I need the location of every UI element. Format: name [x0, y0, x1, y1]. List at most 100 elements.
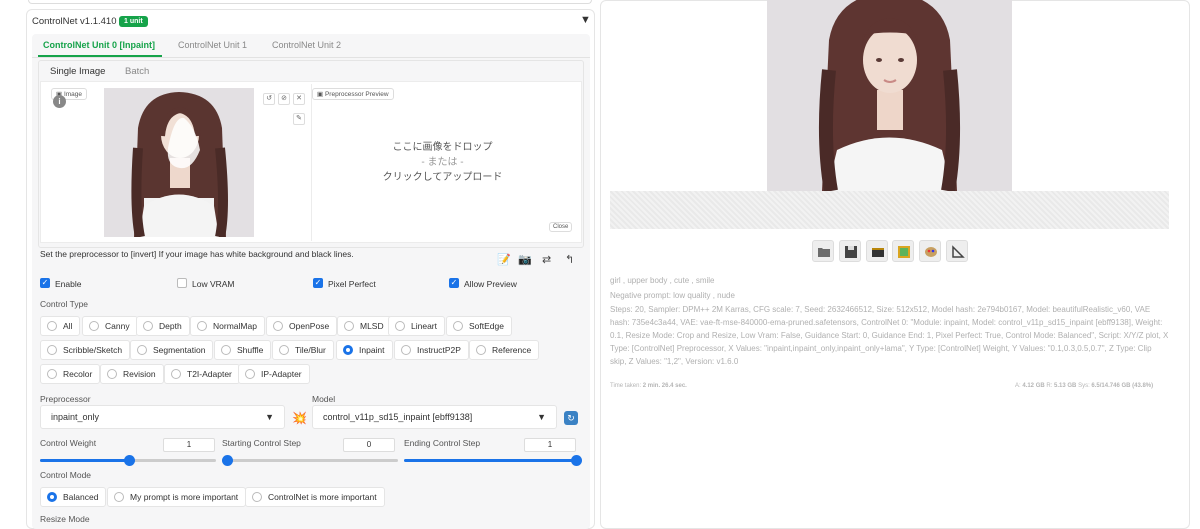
- radio-scribble[interactable]: Scribble/Sketch: [40, 340, 131, 360]
- radio-lineart[interactable]: Lineart: [388, 316, 445, 336]
- tab-unit-2[interactable]: ControlNet Unit 2: [268, 40, 345, 50]
- radio-softedge[interactable]: SoftEdge: [446, 316, 512, 336]
- radio-depth-label: Depth: [159, 321, 182, 331]
- tab-unit-0[interactable]: ControlNet Unit 0 [Inpaint]: [39, 40, 159, 50]
- output-prompt: girl , upper body , cute , smile: [610, 276, 715, 285]
- allow-preview-checkbox[interactable]: ✓: [449, 278, 459, 288]
- ruler-icon[interactable]: [946, 240, 968, 262]
- preprocessor-preview-label: ▣ Preprocessor Preview: [312, 88, 394, 100]
- radio-dot: [344, 321, 354, 331]
- run-preprocessor-icon[interactable]: 💥: [292, 411, 307, 425]
- info-icon[interactable]: i: [53, 95, 66, 108]
- radio-dot: [47, 345, 57, 355]
- swap-icon[interactable]: ⇄: [542, 253, 551, 266]
- chevron-down-icon: ▼: [537, 412, 546, 422]
- radio-dot: [401, 345, 411, 355]
- camera-icon[interactable]: 📷: [518, 253, 532, 266]
- radio-dot: [107, 369, 117, 379]
- allow-preview-label: Allow Preview: [464, 279, 517, 289]
- starting-step-track[interactable]: [222, 459, 398, 462]
- radio-inpaint[interactable]: Inpaint: [336, 340, 393, 360]
- radio-shuffle[interactable]: Shuffle: [214, 340, 272, 360]
- starting-step-slider-handle[interactable]: [222, 455, 233, 466]
- palette-icon[interactable]: [919, 240, 941, 262]
- enable-checkbox[interactable]: ✓: [40, 278, 50, 288]
- radio-t2i-adapter[interactable]: T2I-Adapter: [164, 364, 240, 384]
- controlnet-title[interactable]: ControlNet v1.1.410: [32, 16, 117, 27]
- preprocessor-select[interactable]: inpaint_only ▼: [40, 405, 285, 429]
- close-button[interactable]: Close: [549, 222, 573, 232]
- hint-text: Set the preprocessor to [invert] If your…: [40, 249, 354, 259]
- refresh-icon[interactable]: ↻: [564, 411, 578, 425]
- radio-dot: [273, 321, 283, 331]
- radio-depth[interactable]: Depth: [136, 316, 190, 336]
- triangle-down-icon[interactable]: ▼: [580, 14, 591, 26]
- drop-zone[interactable]: ここに画像をドロップ - または - クリックしてアップロード: [320, 140, 565, 185]
- image-icon[interactable]: [892, 240, 914, 262]
- edit-icon[interactable]: 📝: [497, 253, 511, 266]
- radio-normalmap[interactable]: NormalMap: [190, 316, 265, 336]
- radio-normalmap-label: NormalMap: [213, 321, 257, 331]
- radio-recolor[interactable]: Recolor: [40, 364, 101, 384]
- radio-dot: [114, 492, 124, 502]
- undo-icon[interactable]: ↺: [263, 93, 275, 105]
- enable-label: Enable: [55, 279, 82, 289]
- radio-ip-adapter[interactable]: IP-Adapter: [238, 364, 310, 384]
- model-select[interactable]: control_v11p_sd15_inpaint [ebff9138] ▼: [312, 405, 557, 429]
- ending-step-input[interactable]: 1: [524, 438, 576, 452]
- radio-controlnet-important[interactable]: ControlNet is more important: [245, 487, 385, 507]
- radio-segmentation[interactable]: Segmentation: [130, 340, 214, 360]
- folder-icon[interactable]: [812, 240, 834, 262]
- tab-unit-1[interactable]: ControlNet Unit 1: [174, 40, 251, 50]
- radio-mlsd[interactable]: MLSD: [337, 316, 392, 336]
- radio-prompt-important[interactable]: My prompt is more important: [107, 487, 247, 507]
- radio-mlsd-label: MLSD: [360, 321, 384, 331]
- low-vram-checkbox[interactable]: [177, 278, 187, 288]
- preprocessor-label: Preprocessor: [40, 394, 91, 404]
- tab-batch[interactable]: Batch: [122, 66, 152, 77]
- radio-ip-adapter-label: IP-Adapter: [261, 369, 302, 379]
- radio-canny[interactable]: Canny: [82, 316, 138, 336]
- zip-icon[interactable]: [866, 240, 888, 262]
- preprocessor-value: inpaint_only: [51, 412, 100, 422]
- radio-canny-label: Canny: [105, 321, 130, 331]
- radio-dot: [89, 321, 99, 331]
- save-icon[interactable]: [839, 240, 861, 262]
- radio-instructp2p[interactable]: InstructP2P: [394, 340, 469, 360]
- gallery-strip: [610, 191, 1169, 229]
- radio-dot: [221, 345, 231, 355]
- time-taken-label: Time taken:: [610, 383, 642, 389]
- radio-balanced[interactable]: Balanced: [40, 487, 107, 507]
- model-label: Model: [312, 394, 336, 404]
- unit-count-badge: 1 unit: [119, 16, 148, 27]
- radio-all[interactable]: All: [40, 316, 81, 336]
- radio-tile-blur[interactable]: Tile/Blur: [272, 340, 334, 360]
- radio-reference[interactable]: Reference: [469, 340, 540, 360]
- pixel-perfect-checkbox[interactable]: ✓: [313, 278, 323, 288]
- ending-step-track[interactable]: [404, 459, 580, 462]
- radio-dot: [395, 321, 405, 331]
- radio-dot-selected: [47, 492, 57, 502]
- time-taken-value: 2 min. 26.4 sec.: [642, 383, 687, 389]
- radio-dot: [245, 369, 255, 379]
- radio-openpose[interactable]: OpenPose: [266, 316, 338, 336]
- radio-dot: [47, 321, 57, 331]
- radio-revision[interactable]: Revision: [100, 364, 164, 384]
- starting-step-input[interactable]: 0: [343, 438, 395, 452]
- radio-lineart-label: Lineart: [411, 321, 437, 331]
- control-weight-input[interactable]: 1: [163, 438, 215, 452]
- tab-single-image[interactable]: Single Image: [47, 66, 108, 77]
- brush-icon[interactable]: ✎: [293, 113, 305, 125]
- reset-icon[interactable]: ⊘: [278, 93, 290, 105]
- radio-dot: [143, 321, 153, 331]
- output-photo[interactable]: [767, 0, 1012, 191]
- close-icon[interactable]: ✕: [293, 93, 305, 105]
- send-up-icon[interactable]: ↰: [565, 253, 574, 266]
- control-weight-slider-handle[interactable]: [124, 455, 135, 466]
- radio-reference-label: Reference: [492, 345, 532, 355]
- radio-tile-blur-label: Tile/Blur: [295, 345, 326, 355]
- radio-dot: [252, 492, 262, 502]
- low-vram-label: Low VRAM: [192, 279, 235, 289]
- memory-usage: A: 4.12 GB R: 5.13 GB Sys: 6.5/14.746 GB…: [1015, 383, 1153, 389]
- ending-step-slider-handle[interactable]: [571, 455, 582, 466]
